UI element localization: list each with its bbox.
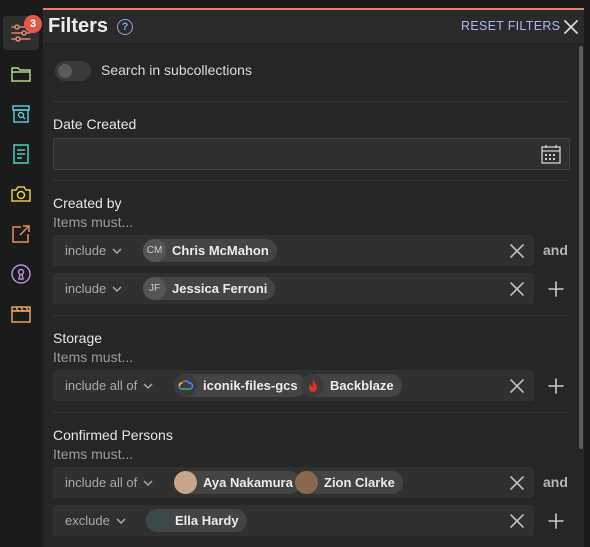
- chevron-down-icon: [112, 247, 122, 254]
- close-icon[interactable]: [561, 17, 581, 37]
- date-created-title: Date Created: [53, 116, 137, 132]
- persons-row: exclude Ella Hardy: [53, 505, 534, 536]
- created-by-subtitle: Items must...: [53, 214, 134, 230]
- chip-label: iconik-files-gcs: [203, 378, 298, 393]
- person-photo-avatar: [174, 471, 197, 494]
- chip-label: Zion Clarke: [324, 475, 395, 490]
- keyhole-icon: [11, 264, 31, 284]
- document-icon: [13, 144, 29, 164]
- person-chip[interactable]: Ella Hardy: [146, 509, 247, 532]
- chip-label: Backblaze: [330, 378, 394, 393]
- storage-chip[interactable]: iconik-files-gcs: [174, 374, 306, 397]
- remove-row-icon[interactable]: [509, 475, 525, 491]
- user-chip[interactable]: CM Chris McMahon: [143, 239, 277, 262]
- filter-count-badge: 3: [24, 15, 42, 33]
- created-by-title: Created by: [53, 195, 122, 211]
- backblaze-flame-icon: [301, 374, 324, 397]
- left-rail: 3: [0, 0, 43, 547]
- mode-label: exclude: [65, 513, 110, 528]
- mode-dropdown[interactable]: include all of: [65, 378, 153, 393]
- camera-icon: [11, 186, 31, 202]
- divider: [53, 101, 570, 102]
- person-photo-avatar: [295, 471, 318, 494]
- and-conjunction: and: [543, 242, 568, 258]
- chevron-down-icon: [112, 285, 122, 292]
- avatar: CM: [143, 239, 166, 262]
- confirmed-persons-title: Confirmed Persons: [53, 427, 173, 443]
- google-cloud-icon: [174, 374, 197, 397]
- document-button[interactable]: [3, 137, 39, 171]
- storage-row: include all of iconik-files-gcs Backblaz…: [53, 370, 534, 401]
- calendar-icon[interactable]: [540, 143, 562, 165]
- scrollbar[interactable]: [579, 46, 583, 449]
- and-conjunction: and: [543, 474, 568, 490]
- date-created-input[interactable]: [53, 138, 570, 170]
- clapperboard-button[interactable]: [3, 297, 39, 331]
- mode-dropdown[interactable]: include: [65, 281, 122, 296]
- mode-dropdown[interactable]: include all of: [65, 475, 153, 490]
- divider: [53, 412, 570, 413]
- divider: [53, 315, 570, 316]
- chevron-down-icon: [143, 479, 153, 486]
- person-photo-avatar: [146, 509, 169, 532]
- toggle-knob: [58, 64, 72, 78]
- folder-icon: [11, 67, 31, 82]
- share-button[interactable]: [3, 217, 39, 251]
- persons-row: include all of Aya Nakamura Zion Clarke: [53, 467, 534, 498]
- chip-label: Jessica Ferroni: [172, 281, 268, 296]
- mode-label: include: [65, 243, 107, 258]
- add-row-icon[interactable]: [548, 281, 564, 297]
- keyhole-button[interactable]: [3, 257, 39, 291]
- collection-search-icon: [12, 105, 30, 123]
- user-chip[interactable]: JF Jessica Ferroni: [143, 277, 276, 300]
- camera-button[interactable]: [3, 177, 39, 211]
- chip-label: Ella Hardy: [175, 513, 239, 528]
- filters-panel: Filters ? RESET FILTERS Search in subcol…: [43, 8, 584, 547]
- mode-label: include all of: [65, 475, 138, 490]
- help-icon[interactable]: ?: [117, 19, 133, 35]
- chip-label: Aya Nakamura: [203, 475, 293, 490]
- mode-label: include: [65, 281, 107, 296]
- filters-header: Filters ? RESET FILTERS: [43, 10, 584, 44]
- chevron-down-icon: [116, 517, 126, 524]
- remove-row-icon[interactable]: [509, 513, 525, 529]
- remove-row-icon[interactable]: [509, 243, 525, 259]
- subcollections-toggle[interactable]: [55, 61, 91, 81]
- chevron-down-icon: [143, 382, 153, 389]
- created-by-row: include JF Jessica Ferroni: [53, 273, 534, 304]
- storage-title: Storage: [53, 330, 103, 346]
- divider: [53, 180, 570, 181]
- mode-dropdown[interactable]: exclude: [65, 513, 126, 528]
- created-by-row: include CM Chris McMahon: [53, 235, 534, 266]
- add-row-icon[interactable]: [548, 513, 564, 529]
- avatar: JF: [143, 277, 166, 300]
- folder-button[interactable]: [3, 57, 39, 91]
- person-chip[interactable]: Zion Clarke: [295, 471, 403, 494]
- remove-row-icon[interactable]: [509, 378, 525, 394]
- remove-row-icon[interactable]: [509, 281, 525, 297]
- subcollections-label: Search in subcollections: [101, 62, 252, 78]
- confirmed-persons-subtitle: Items must...: [53, 446, 134, 462]
- clapperboard-icon: [11, 306, 31, 323]
- collection-search-button[interactable]: [3, 97, 39, 131]
- share-icon: [12, 225, 30, 243]
- chip-label: Chris McMahon: [172, 243, 269, 258]
- filters-scroll-area[interactable]: Search in subcollections Date Created Cr…: [43, 44, 584, 547]
- page-title: Filters: [48, 15, 109, 37]
- mode-dropdown[interactable]: include: [65, 243, 122, 258]
- add-row-icon[interactable]: [548, 378, 564, 394]
- reset-filters-button[interactable]: RESET FILTERS: [461, 19, 560, 33]
- person-chip[interactable]: Aya Nakamura: [174, 471, 301, 494]
- mode-label: include all of: [65, 378, 138, 393]
- storage-chip[interactable]: Backblaze: [301, 374, 402, 397]
- storage-subtitle: Items must...: [53, 349, 134, 365]
